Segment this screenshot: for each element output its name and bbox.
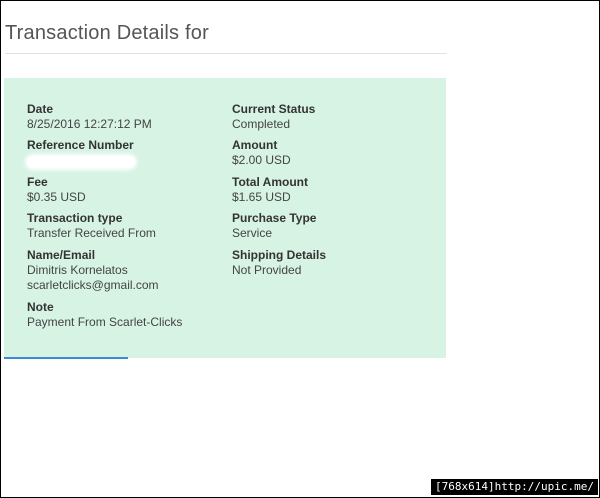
total-amount-label: Total Amount — [232, 175, 308, 189]
shipping-details-label: Shipping Details — [232, 248, 327, 262]
date-field: Date 8/25/2016 12:27:12 PM — [27, 102, 152, 132]
date-label: Date — [27, 102, 54, 116]
title-divider — [5, 53, 447, 54]
image-host-watermark: [768x614]http://upic.me/ — [431, 479, 598, 495]
counterparty-email: scarletclicks@gmail.com — [27, 278, 159, 292]
current-status-value: Completed — [232, 117, 291, 131]
note-field: Note Payment From Scarlet-Clicks — [27, 300, 182, 330]
name-email-label: Name/Email — [27, 248, 96, 262]
fee-value: $0.35 USD — [27, 190, 86, 204]
purchase-type-value: Service — [232, 226, 273, 240]
transaction-type-field: Transaction type Transfer Received From — [27, 211, 156, 241]
active-link-underline — [4, 357, 128, 359]
transaction-details-panel: Date 8/25/2016 12:27:12 PM Current Statu… — [4, 78, 446, 358]
date-value: 8/25/2016 12:27:12 PM — [27, 117, 152, 131]
reference-number-redacted — [27, 156, 135, 168]
page-title: Transaction Details for — [5, 22, 209, 44]
purchase-type-field: Purchase Type Service — [232, 211, 316, 241]
amount-field: Amount $2.00 USD — [232, 138, 291, 168]
shipping-details-value: Not Provided — [232, 263, 302, 277]
total-amount-value: $1.65 USD — [232, 190, 291, 204]
transaction-type-value: Transfer Received From — [27, 226, 156, 240]
reference-number-field: Reference Number — [27, 138, 135, 168]
total-amount-field: Total Amount $1.65 USD — [232, 175, 308, 205]
fee-field: Fee $0.35 USD — [27, 175, 86, 205]
counterparty-name: Dimitris Kornelatos — [27, 263, 128, 277]
amount-value: $2.00 USD — [232, 153, 291, 167]
purchase-type-label: Purchase Type — [232, 211, 317, 225]
current-status-label: Current Status — [232, 102, 316, 116]
amount-label: Amount — [232, 138, 278, 152]
name-email-field: Name/Email Dimitris Kornelatos scarletcl… — [27, 248, 159, 293]
fee-label: Fee — [27, 175, 48, 189]
shipping-details-field: Shipping Details Not Provided — [232, 248, 326, 278]
current-status-field: Current Status Completed — [232, 102, 315, 132]
note-label: Note — [27, 300, 54, 314]
transaction-type-label: Transaction type — [27, 211, 123, 225]
reference-number-label: Reference Number — [27, 138, 134, 152]
note-value: Payment From Scarlet-Clicks — [27, 315, 183, 329]
